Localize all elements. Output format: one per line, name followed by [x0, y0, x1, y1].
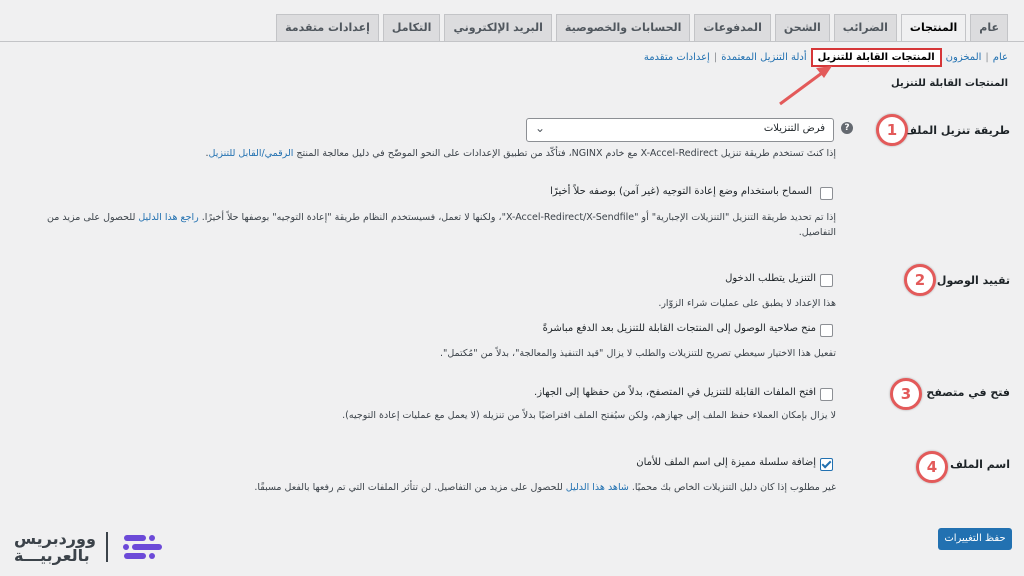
annotation-arrow-icon: [779, 66, 832, 106]
settings-page: عام المنتجات الضرائب الشحن المدفوعات الح…: [0, 0, 1024, 576]
